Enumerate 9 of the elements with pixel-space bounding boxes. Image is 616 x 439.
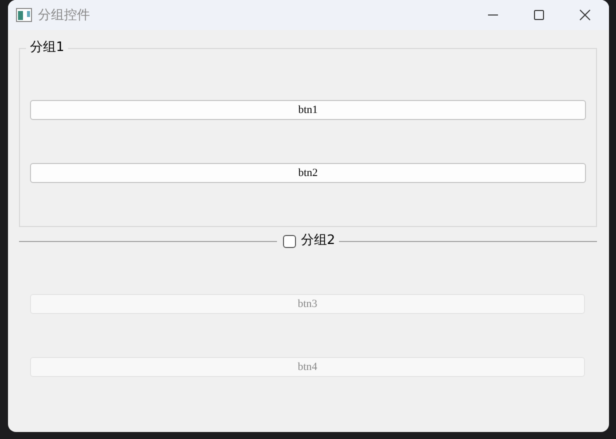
checkbox[interactable] [282, 234, 296, 248]
group-title[interactable]: 分组2 [300, 233, 336, 249]
maximize-icon[interactable] [533, 9, 545, 21]
push-button[interactable]: btn2 [30, 163, 586, 183]
push-button[interactable]: btn1 [30, 100, 586, 120]
app-icon [16, 8, 32, 22]
window-title: 分组控件 [38, 7, 90, 24]
close-icon[interactable] [579, 9, 591, 21]
group-title: 分组1 [26, 40, 68, 56]
